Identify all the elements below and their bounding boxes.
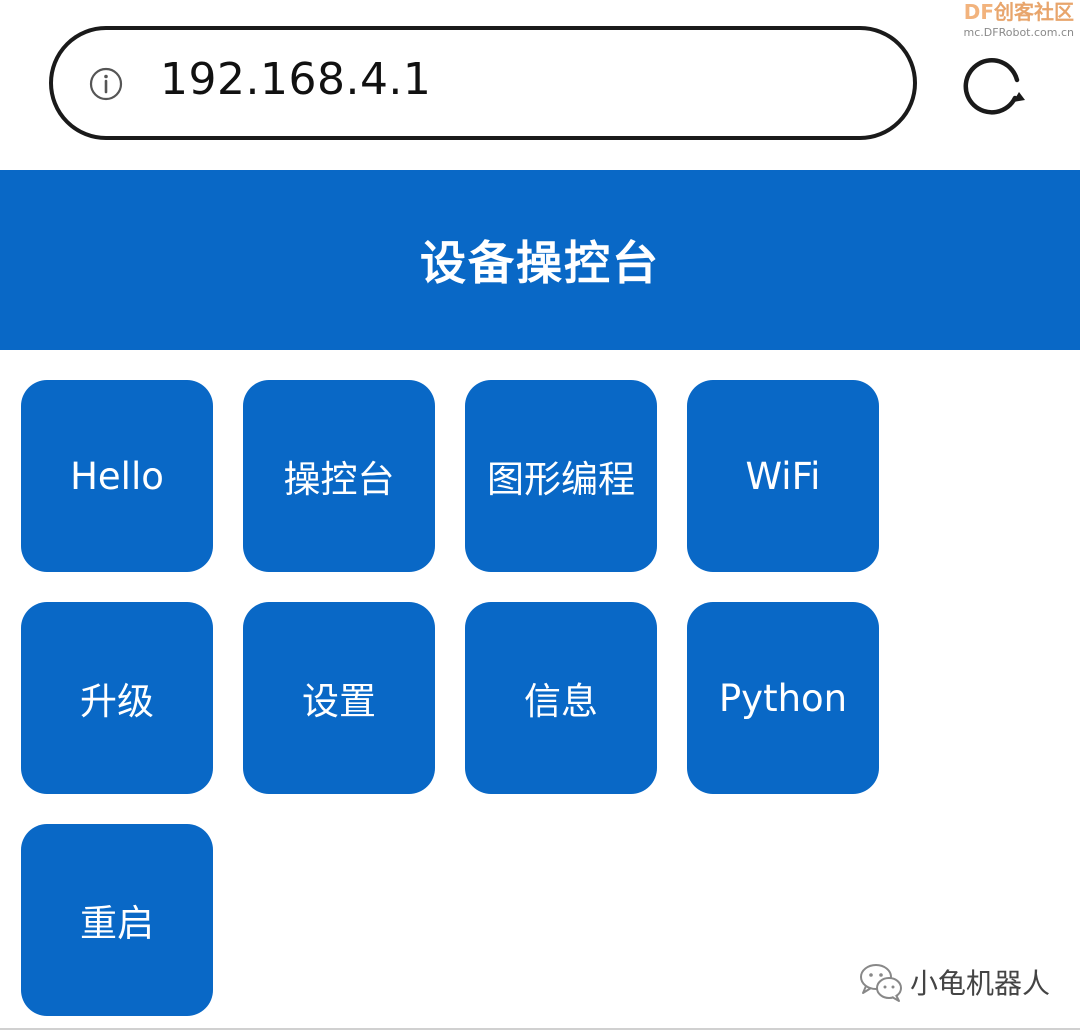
- page-title: 设备操控台: [420, 236, 660, 290]
- tile-wifi-button[interactable]: WiFi: [687, 380, 879, 572]
- tile-info-button[interactable]: 信息: [465, 602, 657, 794]
- watermark-brand-df: DF: [963, 0, 994, 24]
- tile-label: WiFi: [745, 454, 821, 498]
- bottom-watermark: 小龟机器人: [858, 960, 1050, 1004]
- tile-graphic-programming-button[interactable]: 图形编程: [465, 380, 657, 572]
- tile-label: 设置: [302, 680, 376, 723]
- tile-hello-button[interactable]: Hello: [21, 380, 213, 572]
- tile-settings-button[interactable]: 设置: [243, 602, 435, 794]
- tile-label: Python: [718, 676, 848, 720]
- url-text[interactable]: 192.168.4.1: [160, 54, 431, 105]
- tile-label: 图形编程: [487, 458, 635, 501]
- bottom-divider: [0, 1028, 1080, 1030]
- tile-label: 信息: [524, 680, 598, 723]
- header-banner: 设备操控台: [0, 170, 1080, 350]
- address-bar[interactable]: 192.168.4.1: [49, 26, 917, 140]
- tile-restart-button[interactable]: 重启: [21, 824, 213, 1016]
- tile-upgrade-button[interactable]: 升级: [21, 602, 213, 794]
- watermark-brand: DF创客社区: [964, 2, 1074, 22]
- tile-label: Hello: [70, 454, 164, 498]
- watermark-brand-text: 创客社区: [994, 0, 1074, 24]
- info-icon[interactable]: [89, 67, 123, 101]
- tile-console-button[interactable]: 操控台: [243, 380, 435, 572]
- tile-python-button[interactable]: Python: [687, 602, 879, 794]
- tile-label: 操控台: [283, 458, 395, 501]
- page: DF创客社区 mc.DFRobot.com.cn 192.168.4.1 设备操…: [0, 0, 1080, 1032]
- watermark-url: mc.DFRobot.com.cn: [963, 26, 1074, 39]
- tile-label: 升级: [80, 680, 154, 723]
- wechat-icon: [860, 964, 902, 1002]
- watermark-label: 小龟机器人: [910, 967, 1051, 1000]
- top-watermark: DF创客社区 mc.DFRobot.com.cn: [964, 2, 1074, 38]
- tile-label: 重启: [80, 902, 154, 945]
- reload-icon[interactable]: [963, 58, 1029, 122]
